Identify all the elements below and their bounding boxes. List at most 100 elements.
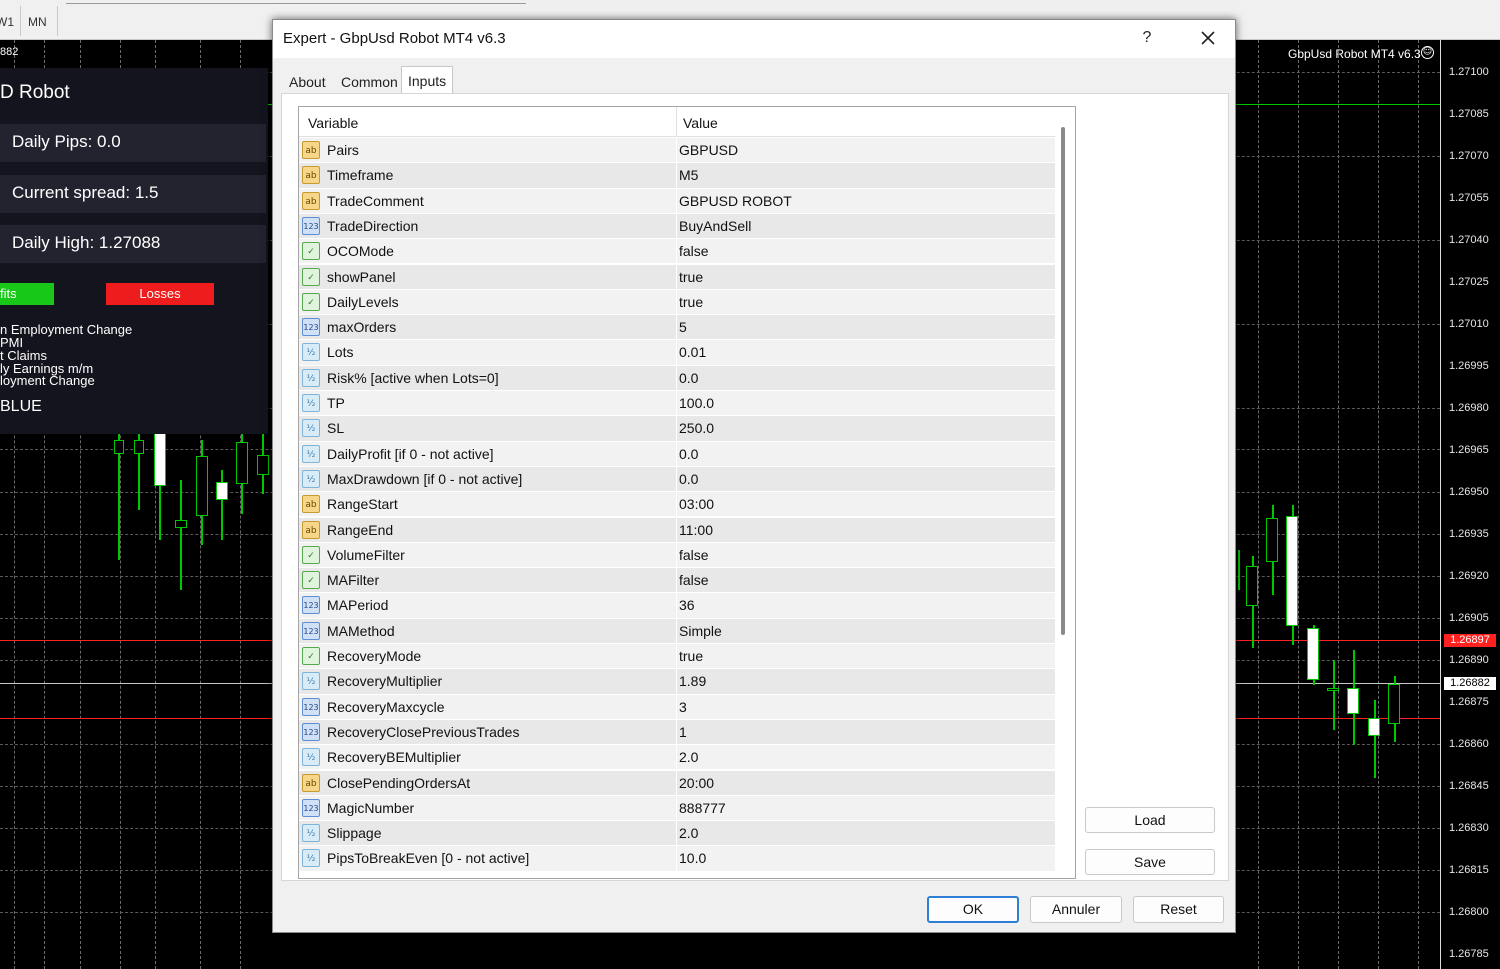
input-variable-name: DailyLevels	[327, 293, 399, 310]
input-row[interactable]: ab TradeComment GBPUSD ROBOT	[299, 188, 1055, 214]
input-value-cell[interactable]: false	[679, 243, 709, 259]
input-row[interactable]: ✓ showPanel true	[299, 264, 1055, 290]
save-button[interactable]: Save	[1085, 849, 1215, 875]
price-axis: 1.27100 1.27085 1.27070 1.27055 1.27040 …	[1440, 40, 1500, 969]
input-value-cell[interactable]: GBPUSD ROBOT	[679, 193, 792, 209]
input-value-cell[interactable]: GBPUSD	[679, 142, 738, 158]
input-row[interactable]: ✓ MAFilter false	[299, 568, 1055, 594]
input-value-cell[interactable]: true	[679, 294, 703, 310]
grid-header: Variable Value	[299, 107, 1055, 137]
input-row[interactable]: ✓ OCOMode false	[299, 239, 1055, 265]
help-button[interactable]: ?	[1135, 29, 1159, 47]
input-value-cell[interactable]: false	[679, 572, 709, 588]
cell-divider	[676, 264, 677, 290]
tab-about[interactable]: About	[283, 68, 332, 94]
price-label: 1.27070	[1449, 150, 1489, 162]
input-row[interactable]: ✓ DailyLevels true	[299, 289, 1055, 316]
input-row[interactable]: ½ MaxDrawdown [if 0 - not active] 0.0	[299, 466, 1055, 493]
vertical-scrollbar[interactable]	[1061, 127, 1065, 635]
corner-price: 882	[0, 46, 19, 58]
input-row[interactable]: ½ PipsToBreakEven [0 - not active] 10.0	[299, 846, 1055, 872]
boolean-type-icon: ✓	[302, 647, 320, 665]
double-type-icon: ½	[302, 824, 320, 843]
column-divider[interactable]	[676, 107, 677, 137]
input-row[interactable]: ½ SL 250.0	[299, 416, 1055, 442]
cancel-button[interactable]: Annuler	[1030, 896, 1122, 923]
input-row[interactable]: ✓ RecoveryMode true	[299, 644, 1055, 670]
price-label: 1.27025	[1449, 276, 1489, 288]
input-value-cell[interactable]: 03:00	[679, 496, 714, 512]
input-value-cell[interactable]: BuyAndSell	[679, 218, 751, 234]
losses-button[interactable]: Losses	[106, 283, 214, 305]
input-row[interactable]: ½ Lots 0.01	[299, 340, 1055, 366]
input-value-cell[interactable]: 11:00	[679, 522, 713, 538]
input-row[interactable]: ab RangeStart 03:00	[299, 492, 1055, 518]
timeframe-mn[interactable]: MN	[28, 15, 47, 29]
cell-divider	[676, 239, 677, 265]
input-row[interactable]: 123 MAPeriod 36	[299, 593, 1055, 619]
input-value-cell[interactable]: 10.0	[679, 850, 706, 866]
ok-button[interactable]: OK	[927, 896, 1019, 923]
input-value-cell[interactable]: 1.89	[679, 673, 706, 689]
tab-common[interactable]: Common	[335, 68, 404, 94]
input-value-cell[interactable]: Simple	[679, 623, 722, 639]
input-value-cell[interactable]: 100.0	[679, 395, 714, 411]
cell-divider	[676, 669, 677, 695]
input-variable-name: MAFilter	[327, 572, 380, 589]
input-value-cell[interactable]: true	[679, 269, 703, 285]
candle-wick	[1238, 550, 1240, 590]
input-row[interactable]: ½ TP 100.0	[299, 391, 1055, 417]
input-value-cell[interactable]: 5	[679, 319, 687, 335]
input-value-cell[interactable]: false	[679, 547, 709, 563]
input-row[interactable]: ✓ VolumeFilter false	[299, 542, 1055, 569]
cell-divider	[676, 593, 677, 619]
input-value-cell[interactable]: 0.01	[679, 344, 706, 360]
input-row[interactable]: 123 MagicNumber 888777	[299, 795, 1055, 822]
input-value-cell[interactable]: 2.0	[679, 749, 698, 765]
profits-button[interactable]: fits	[0, 283, 54, 305]
cell-divider	[676, 289, 677, 315]
input-row[interactable]: 123 TradeDirection BuyAndSell	[299, 213, 1055, 240]
input-value-cell[interactable]: true	[679, 648, 703, 664]
input-value-cell[interactable]: 0.0	[679, 471, 698, 487]
timeframe-w1[interactable]: W1	[0, 15, 14, 29]
input-variable-name: ClosePendingOrdersAt	[327, 774, 471, 791]
column-header-variable[interactable]: Variable	[308, 115, 358, 131]
string-type-icon: ab	[302, 141, 320, 159]
input-row[interactable]: 123 RecoveryClosePreviousTrades 1	[299, 719, 1055, 746]
close-button[interactable]	[1193, 23, 1223, 53]
daily-pips-row: Daily Pips: 0.0	[0, 124, 266, 162]
input-row[interactable]: ½ Slippage 2.0	[299, 821, 1055, 847]
input-variable-name: OCOMode	[327, 243, 394, 260]
column-header-value[interactable]: Value	[683, 115, 718, 131]
input-value-cell[interactable]: M5	[679, 167, 698, 183]
load-button[interactable]: Load	[1085, 807, 1215, 833]
input-value-cell[interactable]: 250.0	[679, 420, 714, 436]
input-row[interactable]: ½ DailyProfit [if 0 - not active] 0.0	[299, 441, 1055, 467]
reset-button[interactable]: Reset	[1133, 896, 1224, 923]
integer-type-icon: 123	[302, 216, 320, 235]
input-row[interactable]: ab Pairs GBPUSD	[299, 138, 1055, 164]
input-value-cell[interactable]: 888777	[679, 800, 726, 816]
input-row[interactable]: ½ Risk% [active when Lots=0] 0.0	[299, 365, 1055, 391]
tab-inputs[interactable]: Inputs	[401, 66, 454, 94]
input-value-cell[interactable]: 36	[679, 597, 695, 613]
input-row[interactable]: 123 maxOrders 5	[299, 315, 1055, 341]
input-row[interactable]: ab ClosePendingOrdersAt 20:00	[299, 770, 1055, 796]
input-row[interactable]: ab RangeEnd 11:00	[299, 517, 1055, 543]
input-value-cell[interactable]: 0.0	[679, 370, 698, 386]
double-type-icon: ½	[302, 343, 320, 362]
input-row[interactable]: 123 MAMethod Simple	[299, 618, 1055, 644]
input-row[interactable]: 123 RecoveryMaxcycle 3	[299, 694, 1055, 720]
candle-body	[175, 520, 187, 528]
input-value-cell[interactable]: 2.0	[679, 825, 698, 841]
input-row[interactable]: ½ RecoveryMultiplier 1.89	[299, 669, 1055, 695]
input-value-cell[interactable]: 1	[679, 724, 687, 740]
input-row[interactable]: ab Timeframe M5	[299, 163, 1055, 189]
dialog-titlebar[interactable]: Expert - GbpUsd Robot MT4 v6.3 ?	[273, 20, 1235, 58]
input-value-cell[interactable]: 0.0	[679, 446, 698, 462]
input-value-cell[interactable]: 20:00	[679, 775, 714, 791]
price-label: 1.26965	[1449, 444, 1489, 456]
input-value-cell[interactable]: 3	[679, 699, 687, 715]
input-row[interactable]: ½ RecoveryBEMultiplier 2.0	[299, 745, 1055, 771]
